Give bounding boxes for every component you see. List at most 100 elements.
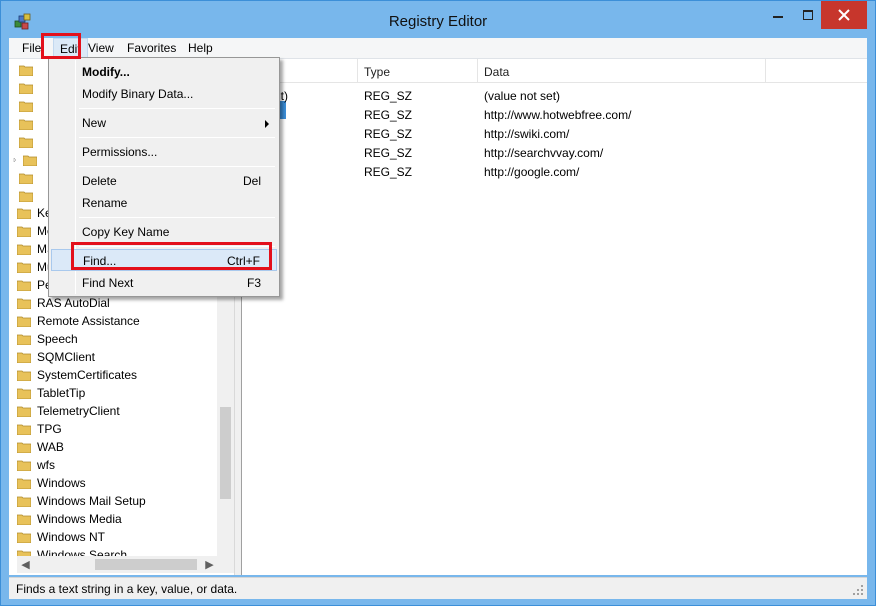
value-type: REG_SZ (364, 89, 413, 103)
menu-item-label: Copy Key Name (82, 225, 170, 239)
menu-item-label: Permissions... (82, 145, 158, 159)
tree-row-partial[interactable] (19, 187, 49, 205)
tree-row-partial[interactable] (19, 115, 49, 133)
menu-item-label: New (82, 116, 107, 130)
value-row[interactable]: REG_SZ http://www.hotwebfree.com/ (242, 105, 862, 124)
maximize-icon (803, 10, 813, 20)
folder-icon (17, 532, 31, 543)
menu-item-shortcut: F3 (246, 276, 261, 290)
tree-item-sqmclient[interactable]: SQMClient (17, 348, 95, 366)
value-row[interactable]: REG_SZ http://swiki.com/ (242, 124, 862, 143)
tree-item-label: wfs (37, 458, 55, 472)
tree-item-windows-nt[interactable]: Windows NT (17, 528, 105, 546)
menu-item-delete[interactable]: Delete Del (51, 170, 277, 192)
close-button[interactable] (821, 1, 867, 29)
values-list-pane[interactable]: Name Type Data (Default) REG_SZ (value n… (241, 59, 867, 575)
folder-icon (17, 478, 31, 489)
tree-item-windows-media[interactable]: Windows Media (17, 510, 122, 528)
menu-favorites[interactable]: Favorites (127, 41, 176, 55)
tree-item-wab[interactable]: WAB (17, 438, 64, 456)
tree-item-tablettip[interactable]: TabletTip (17, 384, 85, 402)
tree-vertical-scroll-thumb[interactable] (220, 407, 231, 499)
scroll-left-icon[interactable]: ◀ (17, 556, 34, 573)
title-bar[interactable]: Registry Editor (1, 1, 875, 38)
tree-horizontal-scrollbar[interactable]: ◀ ▶ (17, 556, 234, 573)
menu-item-find-next[interactable]: Find Next F3 (51, 272, 277, 294)
tree-item-label: Speech (37, 332, 78, 346)
tree-item-tpg[interactable]: TPG (17, 420, 62, 438)
tree-row-partial[interactable] (19, 169, 49, 187)
tree-row-partial[interactable] (19, 79, 49, 97)
folder-icon (17, 370, 31, 381)
tree-item-speech[interactable]: Speech (17, 330, 78, 348)
tree-row-partial[interactable] (19, 61, 49, 79)
menu-item-modify-binary-data[interactable]: Modify Binary Data... (51, 83, 277, 105)
folder-icon (17, 496, 31, 507)
tree-item-label: Windows NT (37, 530, 106, 544)
folder-icon (19, 65, 33, 76)
value-type: REG_SZ (364, 127, 413, 141)
folder-icon (17, 280, 31, 291)
folder-icon (19, 137, 33, 148)
find-menu-highlight-box (71, 242, 272, 270)
tree-item-label: SystemCertificates (37, 368, 138, 382)
value-row[interactable]: (Default) REG_SZ (value not set) (242, 86, 862, 105)
menu-item-copy-key-name[interactable]: Copy Key Name (51, 221, 277, 243)
value-row[interactable]: REG_SZ http://searchvvay.com/ (242, 143, 862, 162)
menu-item-modify[interactable]: Modify... (51, 61, 277, 83)
tree-item-label: TPG (37, 422, 62, 436)
tree-item-remote-assistance[interactable]: Remote Assistance (17, 312, 140, 330)
close-icon (838, 9, 850, 21)
menu-view[interactable]: View (88, 41, 114, 55)
folder-icon (17, 226, 31, 237)
column-header-data[interactable]: Data (478, 59, 766, 83)
tree-item[interactable]: Pe (17, 276, 52, 294)
value-row[interactable]: REG_SZ http://google.com/ (242, 162, 862, 181)
menu-file[interactable]: File (22, 41, 41, 55)
edit-menu-highlight-box (41, 33, 81, 59)
column-header-type[interactable]: Type (358, 59, 478, 83)
value-type: REG_SZ (364, 146, 413, 160)
menu-item-new[interactable]: New (51, 112, 277, 134)
tree-horizontal-scroll-thumb[interactable] (95, 559, 197, 570)
minimize-icon (773, 16, 783, 18)
folder-icon (23, 155, 37, 166)
tree-item-systemcertificates[interactable]: SystemCertificates (17, 366, 137, 384)
maximize-button[interactable] (795, 1, 821, 29)
folder-icon (19, 119, 33, 130)
menu-item-label: Modify... (82, 65, 130, 79)
folder-icon (17, 460, 31, 471)
tree-item-telemetryclient[interactable]: TelemetryClient (17, 402, 120, 420)
folder-icon (17, 388, 31, 399)
tree-item-label: RAS AutoDial (37, 296, 110, 310)
tree-row-partial[interactable] (13, 151, 43, 169)
scroll-right-icon[interactable]: ▶ (201, 556, 218, 573)
tree-item-windows[interactable]: Windows (17, 474, 86, 492)
value-data: http://swiki.com/ (484, 127, 570, 141)
menu-bar: File Edit View Favorites Help (9, 38, 867, 59)
menu-item-label: Delete (82, 174, 117, 188)
folder-icon (17, 298, 31, 309)
tree-row-partial[interactable] (19, 133, 49, 151)
menu-item-rename[interactable]: Rename (51, 192, 277, 214)
folder-icon (19, 101, 33, 112)
folder-icon (17, 424, 31, 435)
resize-grip-icon[interactable] (852, 584, 864, 596)
tree-item-windows-mail-setup[interactable]: Windows Mail Setup (17, 492, 146, 510)
minimize-button[interactable] (761, 1, 795, 29)
list-header: Name Type Data (242, 59, 867, 83)
menu-separator (79, 217, 275, 218)
folder-icon (17, 262, 31, 273)
tree-item-wfs[interactable]: wfs (17, 456, 55, 474)
value-type: REG_SZ (364, 108, 413, 122)
value-data: (value not set) (484, 89, 561, 103)
menu-help[interactable]: Help (188, 41, 213, 55)
menu-item-label: Find Next (82, 276, 134, 290)
tree-item-label: TelemetryClient (37, 404, 120, 418)
expand-arrow-icon[interactable] (13, 156, 17, 164)
menu-item-label: Modify Binary Data... (82, 87, 194, 101)
menu-item-permissions[interactable]: Permissions... (51, 141, 277, 163)
folder-icon (17, 244, 31, 255)
value-type: REG_SZ (364, 165, 413, 179)
tree-row-partial[interactable] (19, 97, 49, 115)
